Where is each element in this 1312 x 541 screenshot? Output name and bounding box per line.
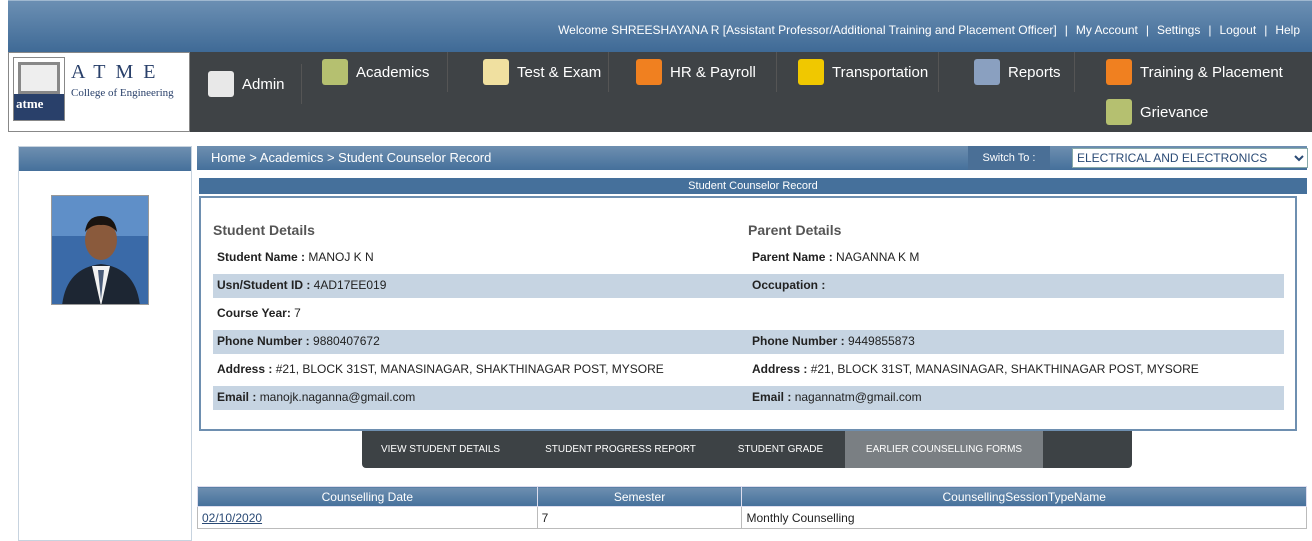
transportation-bus-icon	[798, 59, 824, 85]
field-value: #21, BLOCK 31ST, MANASINAGAR, SHAKTHINAG…	[810, 362, 1199, 376]
student-heading: Student Details	[213, 222, 315, 238]
welcome-text: Welcome SHREESHAYANA R [Assistant Profes…	[558, 23, 1057, 37]
main-menu: Admin Academics Test & Exam HR & Payroll Tra…	[194, 52, 1312, 132]
training-placement-icon	[1106, 59, 1132, 85]
my-account-link[interactable]: My Account	[1076, 23, 1138, 37]
parent-row: Email : nagannatm@gmail.com	[748, 386, 1284, 410]
details-box: Student Details Student Name : MANOJ K N U…	[199, 196, 1297, 431]
hr-payroll-icon	[636, 59, 662, 85]
menu-grievance[interactable]: Grievance	[1092, 92, 1222, 132]
grievance-books-icon	[1106, 99, 1132, 125]
menu-label: Training & Placement	[1140, 63, 1283, 81]
reports-chart-icon	[974, 59, 1000, 85]
field-label: Email :	[217, 390, 260, 404]
field-label: Address :	[752, 362, 811, 376]
tab-student-progress-report[interactable]: STUDENT PROGRESS REPORT	[528, 431, 713, 468]
column-header[interactable]: CounsellingSessionTypeName	[741, 486, 1307, 507]
field-label: Course Year:	[217, 306, 295, 320]
field-label: Phone Number :	[217, 334, 314, 348]
test-exam-icon	[483, 59, 509, 85]
student-row: Course Year: 7	[213, 302, 749, 326]
top-bar: Welcome SHREESHAYANA R [Assistant Profes…	[8, 0, 1312, 52]
tab-earlier-counselling-forms[interactable]: EARLIER COUNSELLING FORMS	[845, 431, 1043, 468]
welcome-bar: Welcome SHREESHAYANA R [Assistant Profes…	[558, 23, 1300, 37]
field-value: NAGANNA K M	[836, 250, 920, 264]
table-cell: Monthly Counselling	[741, 506, 1307, 529]
logo-name: ATME	[71, 61, 166, 83]
menu-transportation[interactable]: Transportation	[784, 52, 939, 92]
field-label: Email :	[752, 390, 795, 404]
menu-hr-payroll[interactable]: HR & Payroll	[622, 52, 777, 92]
department-select[interactable]: ELECTRICAL AND ELECTRONICS	[1072, 148, 1308, 168]
menu-test-exam[interactable]: Test & Exam	[469, 52, 609, 92]
student-row: Student Name : MANOJ K N	[213, 246, 749, 270]
parent-row	[748, 302, 1284, 326]
table-cell: 02/10/2020	[197, 506, 538, 529]
table-row: 02/10/2020 7 Monthly Counselling	[197, 506, 1307, 529]
student-row: Address : #21, BLOCK 31ST, MANASINAGAR, …	[213, 358, 749, 382]
parent-details: Parent Details Parent Name : NAGANNA K M O…	[748, 198, 1284, 410]
menu-academics[interactable]: Academics	[308, 52, 448, 92]
menu-label: Test & Exam	[517, 63, 602, 81]
parent-row: Phone Number : 9449855873	[748, 330, 1284, 354]
help-link[interactable]: Help	[1275, 23, 1300, 37]
record-title: Student Counselor Record	[199, 178, 1307, 194]
field-value: #21, BLOCK 31ST, MANASINAGAR, SHAKTHINAG…	[275, 362, 664, 376]
college-logo[interactable]: atme ATME College of Engineering	[8, 52, 190, 132]
menu-label: Reports	[1008, 63, 1061, 81]
tab-student-grade[interactable]: STUDENT GRADE	[723, 431, 838, 468]
menu-label: Transportation	[832, 63, 929, 81]
menu-training-placement[interactable]: Training & Placement	[1092, 52, 1292, 92]
field-label: Address :	[217, 362, 276, 376]
field-value: 9449855873	[848, 334, 915, 348]
field-value: manojk.naganna@gmail.com	[259, 390, 416, 404]
table-cell: 7	[536, 506, 743, 529]
field-value: 7	[294, 306, 301, 320]
switch-to-label: Switch To :	[968, 146, 1050, 170]
field-value: 4AD17EE019	[313, 278, 387, 292]
student-row: Usn/Student ID : 4AD17EE019	[213, 274, 749, 298]
field-label: Phone Number :	[752, 334, 849, 348]
field-label: Occupation :	[752, 278, 826, 292]
admin-icon	[208, 71, 234, 97]
column-header[interactable]: Semester	[536, 486, 743, 507]
student-photo	[51, 195, 149, 305]
menu-label: Grievance	[1140, 103, 1209, 121]
field-label: Parent Name :	[752, 250, 837, 264]
breadcrumb-bar: Home > Academics > Student Counselor Rec…	[197, 146, 1308, 170]
field-value: MANOJ K N	[308, 250, 374, 264]
menu-admin[interactable]: Admin	[194, 64, 302, 104]
field-label: Usn/Student ID :	[217, 278, 314, 292]
logo-subtitle: College of Engineering	[71, 87, 174, 99]
menu-reports[interactable]: Reports	[960, 52, 1075, 92]
parent-heading: Parent Details	[748, 222, 842, 238]
field-value: 9880407672	[313, 334, 380, 348]
student-details: Student Details Student Name : MANOJ K N U…	[213, 198, 749, 410]
logo-mark-icon: atme	[13, 57, 65, 121]
student-row: Phone Number : 9880407672	[213, 330, 749, 354]
menu-label: Admin	[242, 75, 285, 93]
profile-panel	[18, 146, 192, 541]
parent-row: Occupation :	[748, 274, 1284, 298]
menu-label: HR & Payroll	[670, 63, 756, 81]
breadcrumb: Home > Academics > Student Counselor Rec…	[211, 150, 492, 165]
tab-view-student-details[interactable]: VIEW STUDENT DETAILS	[362, 431, 519, 468]
field-value: nagannatm@gmail.com	[794, 390, 922, 404]
menu-label: Academics	[356, 63, 430, 81]
student-row: Email : manojk.naganna@gmail.com	[213, 386, 749, 410]
counselling-table: Counselling Date Semester CounsellingSessi…	[197, 486, 1307, 529]
action-tabs: VIEW STUDENT DETAILS STUDENT PROGRESS REP…	[362, 431, 1132, 468]
parent-row: Address : #21, BLOCK 31ST, MANASINAGAR, …	[748, 358, 1284, 382]
header: atme ATME College of Engineering Admin Ac…	[8, 52, 1312, 132]
academics-books-icon	[322, 59, 348, 85]
field-label: Student Name :	[217, 250, 309, 264]
settings-link[interactable]: Settings	[1157, 23, 1200, 37]
parent-row: Parent Name : NAGANNA K M	[748, 246, 1284, 270]
counselling-date-link[interactable]: 02/10/2020	[202, 511, 262, 525]
logout-link[interactable]: Logout	[1219, 23, 1256, 37]
column-header[interactable]: Counselling Date	[197, 486, 538, 507]
